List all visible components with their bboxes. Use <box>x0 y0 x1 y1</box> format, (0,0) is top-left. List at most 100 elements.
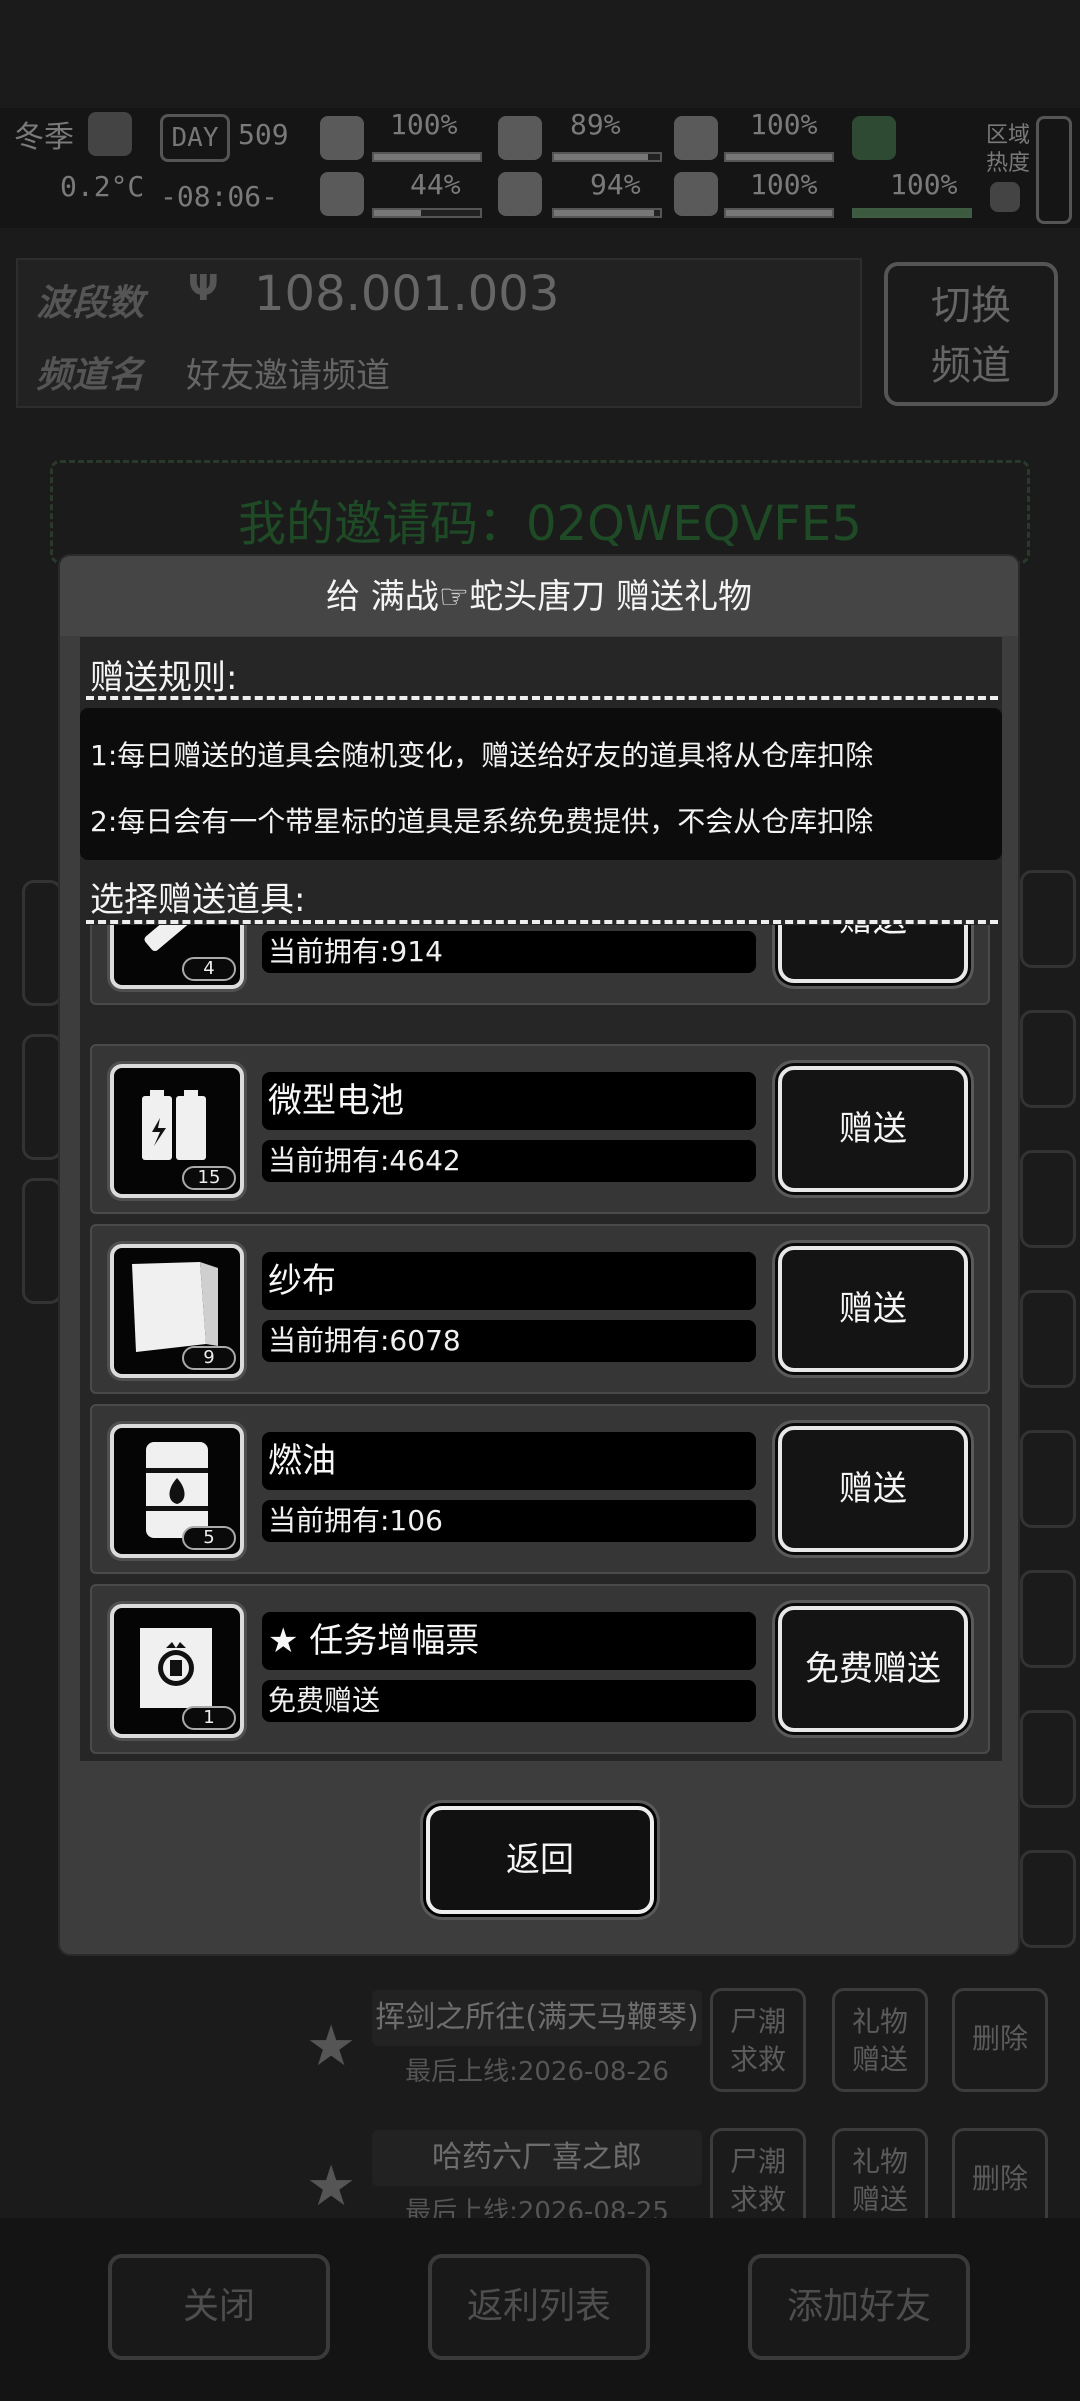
stat-value: 100% <box>750 108 818 141</box>
stat-value: 100% <box>750 168 818 201</box>
gift-item-row: 9 纱布 当前拥有:6078 赠送 <box>90 1224 990 1394</box>
temperature-text: 0.2°C <box>60 170 145 203</box>
gift-item-row: 5 燃油 当前拥有:106 赠送 <box>90 1404 990 1574</box>
gift-item-row: 1 ★ 任务增幅票 免费赠送 免费赠送 <box>90 1584 990 1754</box>
gift-item-list[interactable]: 4 当前拥有:914 赠送 15 微型电池 当前拥有:4642 赠送 <box>80 925 1002 1761</box>
rebate-list-button[interactable]: 返利列表 <box>428 2254 650 2360</box>
channel-name-label: 频道名 <box>36 355 145 396</box>
button-label: 礼物 <box>851 2145 908 2178</box>
item-count-badge: 1 <box>182 1706 236 1730</box>
star-icon[interactable]: ★ <box>306 2154 356 2219</box>
button-label: 尸潮 <box>729 2145 786 2178</box>
battery-icon: 15 <box>110 1064 244 1198</box>
switch-label-1: 切换 <box>931 283 1011 329</box>
side-tab[interactable] <box>1020 1430 1076 1528</box>
button-label: 礼物 <box>851 2005 908 2038</box>
side-tab[interactable] <box>1020 1570 1076 1668</box>
season-text: 冬季 <box>14 120 74 155</box>
gift-button[interactable]: 礼物 赠送 <box>832 2128 928 2232</box>
water-drop-icon <box>498 172 542 216</box>
button-label: 求救 <box>729 2043 786 2076</box>
side-tab[interactable] <box>1020 1010 1076 1108</box>
choose-divider <box>86 920 998 924</box>
day-number: 509 <box>238 118 289 151</box>
bladder-icon <box>674 116 718 160</box>
close-button[interactable]: 关闭 <box>108 2254 330 2360</box>
star-icon[interactable]: ★ <box>306 2014 356 2079</box>
day-label: DAY <box>160 114 230 162</box>
item-owned-count: 当前拥有:6078 <box>262 1320 756 1362</box>
item-count-badge: 15 <box>182 1166 236 1190</box>
clock-text: -08:06- <box>160 180 279 213</box>
gift-send-button[interactable]: 赠送 <box>778 925 968 983</box>
button-label: 尸潮 <box>729 2005 786 2038</box>
item-owned-count: 当前拥有:914 <box>262 931 756 973</box>
choose-title: 选择赠送道具: <box>90 880 306 920</box>
stat-bar <box>852 208 972 218</box>
speaker-icon[interactable] <box>990 182 1020 212</box>
rule-line: 1:每日赠送的道具会随机变化，赠送给好友的道具将从仓库扣除 <box>90 739 874 772</box>
stat-bar <box>552 208 662 218</box>
heat-gauge <box>1036 116 1072 224</box>
item-count-badge: 5 <box>182 1526 236 1550</box>
item-count-badge: 9 <box>182 1346 236 1370</box>
gift-button[interactable]: 礼物 赠送 <box>832 1988 928 2092</box>
friend-last-online: 最后上线:2026-08-26 <box>405 2057 669 2087</box>
back-button[interactable]: 返回 <box>426 1806 654 1914</box>
item-name: 微型电池 <box>262 1072 756 1130</box>
side-tab[interactable] <box>1020 1150 1076 1248</box>
rules-divider <box>86 696 998 700</box>
item-count-badge: 4 <box>182 957 236 981</box>
gift-send-button[interactable]: 赠送 <box>778 1246 968 1372</box>
delete-button[interactable]: 删除 <box>952 1988 1048 2092</box>
item-owned-count: 当前拥有:106 <box>262 1500 756 1542</box>
item-name-starred: ★ 任务增幅票 <box>262 1612 756 1670</box>
item-name-text: 任务增幅票 <box>309 1621 480 1661</box>
medkit-icon <box>320 116 364 160</box>
band-value: 108.001.003 <box>254 266 560 322</box>
switch-label-2: 频道 <box>931 343 1011 389</box>
friend-name: 挥剑之所往(满天马鞭琴) <box>372 1990 702 2046</box>
flask-icon <box>852 116 896 160</box>
gift-send-button[interactable]: 赠送 <box>778 1066 968 1192</box>
channel-name-value: 好友邀请频道 <box>186 356 390 396</box>
stat-bar <box>724 152 834 162</box>
stat-value: 44% <box>410 168 461 201</box>
rules-title: 赠送规则: <box>90 658 238 698</box>
item-owned-count: 当前拥有:4642 <box>262 1140 756 1182</box>
star-icon: ★ <box>268 1621 299 1661</box>
stat-bar <box>372 152 482 162</box>
horde-rescue-button[interactable]: 尸潮 求救 <box>710 2128 806 2232</box>
side-tab[interactable] <box>22 1178 62 1304</box>
stat-value: 89% <box>570 108 621 141</box>
stat-bar <box>724 208 834 218</box>
friend-row: ★ 挥剑之所往(满天马鞭琴) 最后上线:2026-08-26 尸潮 求救 礼物 … <box>296 1984 1066 2102</box>
rule-line: 2:每日会有一个带星标的道具是系统免费提供，不会从仓库扣除 <box>90 805 874 838</box>
ticket-icon: 1 <box>110 1604 244 1738</box>
antenna-icon: Ψ <box>188 268 219 309</box>
side-tab[interactable] <box>22 1034 62 1160</box>
gift-item-row: 15 微型电池 当前拥有:4642 赠送 <box>90 1044 990 1214</box>
side-tab[interactable] <box>1020 1850 1076 1948</box>
fuel-barrel-icon: 5 <box>110 1424 244 1558</box>
delete-button[interactable]: 删除 <box>952 2128 1048 2232</box>
band-label: 波段数 <box>36 283 145 324</box>
item-name: 纱布 <box>262 1252 756 1310</box>
stat-bar <box>552 152 662 162</box>
snowflake-icon <box>88 112 132 156</box>
free-gift-button[interactable]: 免费赠送 <box>778 1606 968 1732</box>
brain-icon <box>320 172 364 216</box>
side-tab[interactable] <box>1020 1710 1076 1808</box>
stat-value: 94% <box>590 168 641 201</box>
gift-send-button[interactable]: 赠送 <box>778 1426 968 1552</box>
stat-bar <box>372 208 482 218</box>
switch-channel-button[interactable]: 切换 频道 <box>884 262 1058 406</box>
side-tab[interactable] <box>1020 1290 1076 1388</box>
side-tab[interactable] <box>22 880 62 1006</box>
dialog-title: 给 满战☞蛇头唐刀 赠送礼物 <box>60 556 1018 636</box>
button-label: 求救 <box>729 2183 786 2216</box>
side-tab[interactable] <box>1020 870 1076 968</box>
add-friend-button[interactable]: 添加好友 <box>748 2254 970 2360</box>
area-heat-label: 区域热度 <box>986 123 1031 176</box>
horde-rescue-button[interactable]: 尸潮 求救 <box>710 1988 806 2092</box>
